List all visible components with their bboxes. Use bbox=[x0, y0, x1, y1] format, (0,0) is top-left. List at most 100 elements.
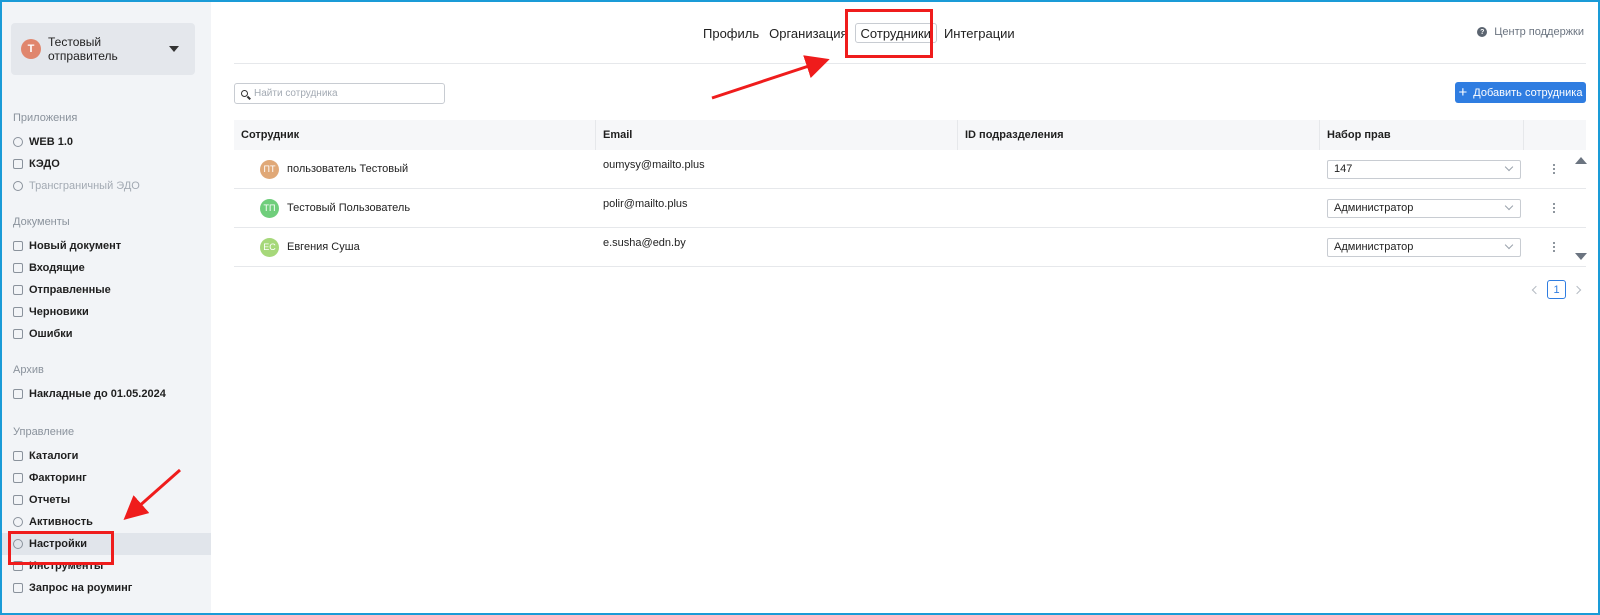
refresh-icon bbox=[13, 137, 23, 147]
sidebar-item-catalogs[interactable]: Каталоги bbox=[2, 445, 211, 467]
rights-cell: 147 bbox=[1320, 150, 1524, 188]
account-switcher[interactable]: Т Тестовый отправитель bbox=[11, 23, 195, 75]
sidebar-item-activity[interactable]: Активность bbox=[2, 511, 211, 533]
account-name: Тестовый отправитель bbox=[48, 35, 118, 63]
sidebar: Т Тестовый отправитель Приложения WEB 1.… bbox=[2, 2, 211, 613]
chevron-down-icon bbox=[1504, 240, 1514, 250]
sidebar-item-new-document[interactable]: Новый документ bbox=[2, 235, 211, 257]
account-avatar: Т bbox=[21, 39, 41, 59]
employee-name: пользователь Тестовый bbox=[287, 163, 409, 175]
highlight-box-settings bbox=[8, 531, 114, 565]
new-document-icon bbox=[13, 241, 23, 251]
rights-value: 147 bbox=[1334, 163, 1353, 175]
error-icon bbox=[13, 329, 23, 339]
chart-icon bbox=[13, 473, 23, 483]
draft-icon bbox=[13, 307, 23, 317]
sidebar-item-sent[interactable]: Отправленные bbox=[2, 279, 211, 301]
sidebar-item-label: Новый документ bbox=[29, 240, 122, 252]
avatar: ТП bbox=[260, 198, 279, 218]
sidebar-item-label: Каталоги bbox=[29, 450, 79, 462]
archive-icon bbox=[13, 389, 23, 399]
department-id-cell bbox=[958, 150, 1320, 188]
sidebar-item-label: Факторинг bbox=[29, 472, 87, 484]
table-row[interactable]: ЕС Евгения Суша e.susha@edn.by Администр… bbox=[234, 228, 1586, 267]
rights-select[interactable]: Администратор bbox=[1327, 198, 1521, 218]
chevron-right-icon[interactable] bbox=[1572, 285, 1582, 294]
employee-name: Евгения Суша bbox=[287, 241, 360, 253]
sidebar-item-label: Накладные до 01.05.2024 bbox=[29, 388, 166, 400]
sidebar-item-web[interactable]: WEB 1.0 bbox=[2, 131, 211, 153]
employee-cell: ТП Тестовый Пользователь bbox=[234, 189, 596, 227]
sidebar-item-kedo[interactable]: КЭДО bbox=[2, 153, 211, 175]
help-icon: ? bbox=[1477, 27, 1488, 37]
more-actions-icon[interactable] bbox=[1553, 242, 1556, 252]
divider bbox=[234, 63, 1586, 64]
column-header-employee[interactable]: Сотрудник bbox=[234, 120, 596, 150]
more-actions-icon[interactable] bbox=[1553, 164, 1556, 174]
tab-organization[interactable]: Организация bbox=[764, 23, 852, 43]
search-icon bbox=[241, 90, 248, 97]
roaming-icon bbox=[13, 583, 23, 593]
sidebar-item-inbox[interactable]: Входящие bbox=[2, 257, 211, 279]
sidebar-item-crossborder-edo: Трансграничный ЭДО bbox=[2, 175, 211, 197]
add-employee-button[interactable]: + Добавить сотрудника bbox=[1455, 82, 1586, 103]
document-icon bbox=[13, 159, 23, 169]
table-row[interactable]: ПТ пользователь Тестовый oumysy@mailto.p… bbox=[234, 150, 1586, 189]
employee-name: Тестовый Пользователь bbox=[287, 202, 411, 214]
sidebar-item-reports[interactable]: Отчеты bbox=[2, 489, 211, 511]
actions-cell bbox=[1524, 189, 1586, 227]
rights-select[interactable]: 147 bbox=[1327, 159, 1521, 179]
caret-down-icon bbox=[169, 46, 179, 52]
email-cell: e.susha@edn.by bbox=[603, 237, 686, 249]
activity-icon bbox=[13, 517, 23, 527]
sidebar-item-factoring[interactable]: Факторинг bbox=[2, 467, 211, 489]
more-actions-icon[interactable] bbox=[1553, 203, 1556, 213]
sidebar-item-label: Отчеты bbox=[29, 494, 71, 506]
sidebar-item-drafts[interactable]: Черновики bbox=[2, 301, 211, 323]
page-number-current[interactable]: 1 bbox=[1547, 280, 1566, 299]
table-row[interactable]: ТП Тестовый Пользователь polir@mailto.pl… bbox=[234, 189, 1586, 228]
arrow-to-employees-tab bbox=[711, 55, 830, 100]
sidebar-item-label: Ошибки bbox=[29, 328, 73, 340]
search-input[interactable] bbox=[254, 88, 434, 99]
highlight-box-employees-tab bbox=[845, 9, 933, 58]
sidebar-item-label: Активность bbox=[29, 516, 93, 528]
catalog-icon bbox=[13, 451, 23, 461]
employee-cell: ЕС Евгения Суша bbox=[234, 228, 596, 266]
sidebar-item-roaming-request[interactable]: Запрос на роуминг bbox=[2, 577, 211, 599]
actions-cell bbox=[1524, 228, 1586, 266]
section-title-archive: Архив bbox=[13, 364, 44, 376]
rights-cell: Администратор bbox=[1320, 228, 1524, 266]
scroll-up-icon[interactable] bbox=[1575, 157, 1587, 164]
section-title-apps: Приложения bbox=[13, 112, 78, 124]
department-id-cell bbox=[958, 189, 1320, 227]
employee-cell: ПТ пользователь Тестовый bbox=[234, 150, 596, 188]
sidebar-item-label: Отправленные bbox=[29, 284, 111, 296]
add-employee-label: Добавить сотрудника bbox=[1473, 86, 1583, 99]
chevron-down-icon bbox=[1504, 201, 1514, 211]
column-header-email[interactable]: Email bbox=[596, 120, 958, 150]
scroll-down-icon[interactable] bbox=[1575, 253, 1587, 260]
sidebar-item-invoices-archive[interactable]: Накладные до 01.05.2024 bbox=[2, 383, 211, 405]
chevron-left-icon[interactable] bbox=[1531, 285, 1541, 294]
plus-icon: + bbox=[1458, 84, 1468, 101]
tab-profile[interactable]: Профиль bbox=[698, 23, 764, 43]
rights-select[interactable]: Администратор bbox=[1327, 237, 1521, 257]
sidebar-item-errors[interactable]: Ошибки bbox=[2, 323, 211, 345]
support-center-link[interactable]: ? Центр поддержки bbox=[1477, 26, 1584, 38]
tab-integrations[interactable]: Интеграции bbox=[939, 23, 1020, 43]
rights-cell: Администратор bbox=[1320, 189, 1524, 227]
sidebar-item-label: WEB 1.0 bbox=[29, 136, 74, 148]
column-header-actions bbox=[1524, 120, 1586, 150]
employees-table: Сотрудник Email ID подразделения Набор п… bbox=[234, 120, 1586, 267]
column-header-department-id[interactable]: ID подразделения bbox=[958, 120, 1320, 150]
actions-cell bbox=[1524, 150, 1586, 188]
email-cell: oumysy@mailto.plus bbox=[603, 159, 705, 171]
column-header-rights[interactable]: Набор прав bbox=[1320, 120, 1524, 150]
sidebar-item-label: КЭДО bbox=[29, 158, 60, 170]
table-header: Сотрудник Email ID подразделения Набор п… bbox=[234, 120, 1586, 150]
avatar: ПТ bbox=[260, 159, 279, 179]
section-title-management: Управление bbox=[13, 426, 75, 438]
support-center-label: Центр поддержки bbox=[1494, 26, 1584, 38]
globe-icon bbox=[13, 181, 23, 191]
